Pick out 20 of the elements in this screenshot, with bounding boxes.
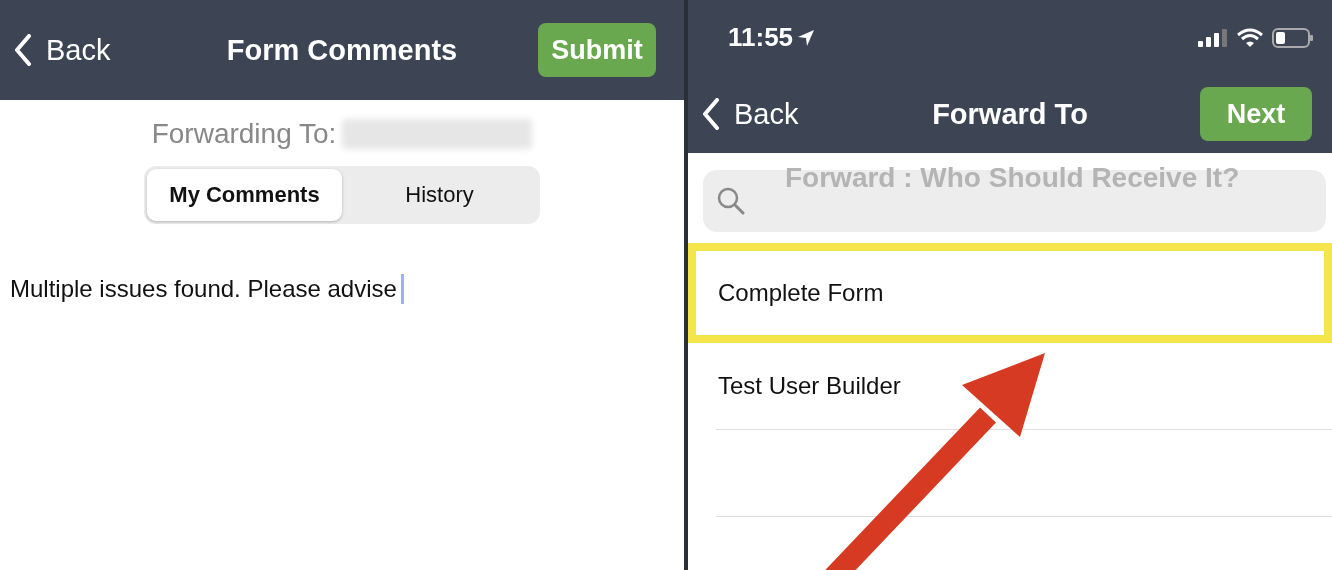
chevron-left-icon: [702, 98, 720, 130]
signal-icon: [1198, 27, 1228, 48]
screen-title: Forward To: [932, 97, 1088, 131]
screen-title: Form Comments: [226, 33, 458, 67]
wifi-icon: [1236, 27, 1264, 48]
comment-text: Multiple issues found. Please advise: [10, 275, 397, 303]
status-time: 11:55: [728, 22, 794, 53]
forwarding-label: Forwarding To:: [151, 118, 337, 150]
segment-tab[interactable]: History: [342, 169, 537, 221]
back-button[interactable]: Back: [14, 33, 111, 67]
recipient-name: Test User Builder: [718, 372, 901, 400]
search-icon: [717, 187, 745, 215]
text-cursor: [400, 274, 404, 304]
recipient-row[interactable]: Complete Form: [688, 243, 1332, 343]
battery-icon: [1272, 27, 1314, 48]
chevron-left-icon: [14, 34, 32, 66]
recipient-name: Complete Form: [718, 279, 884, 307]
location-icon: [797, 28, 816, 47]
back-button[interactable]: Back: [702, 97, 799, 131]
segment-tab[interactable]: My Comments: [147, 169, 342, 221]
